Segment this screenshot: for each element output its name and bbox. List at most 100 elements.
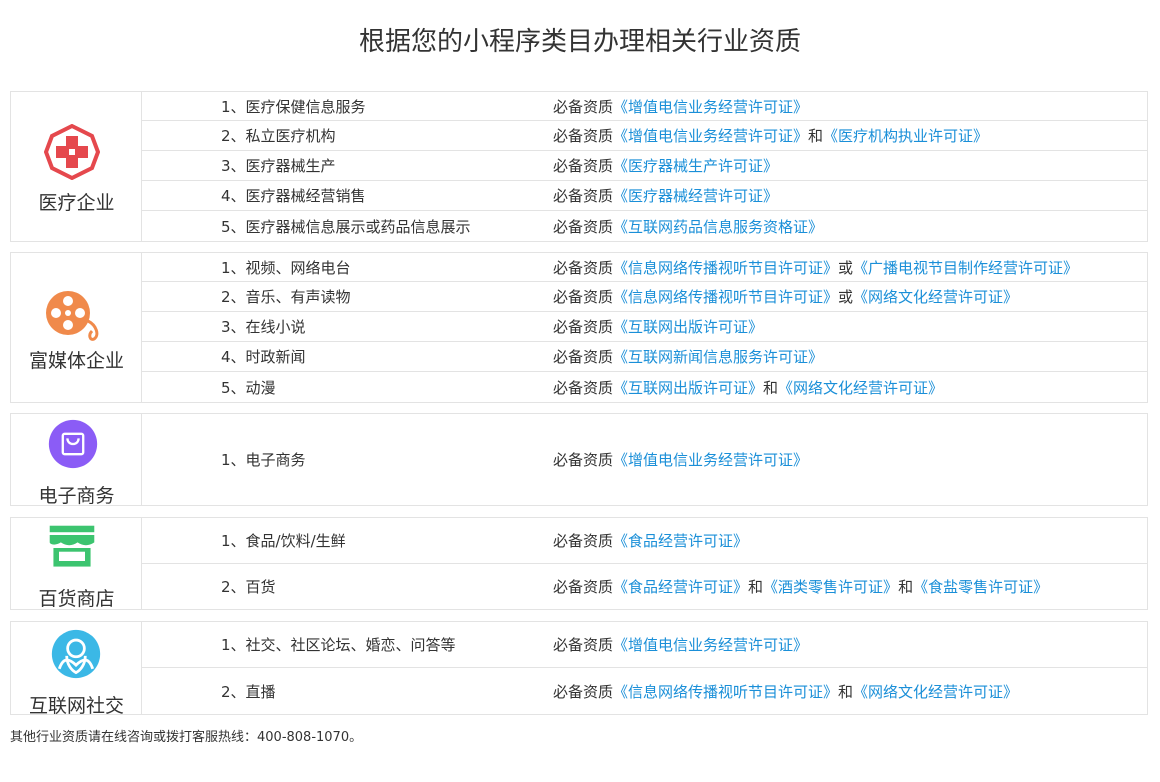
item-rows: 1、食品/饮料/生鲜 必备资质 《食品经营许可证》 2、百货 必备资质 《食品经营许可证》… [142, 518, 1147, 609]
required-qualification: 必备资质 《增值电信业务经营许可证》 [553, 622, 808, 667]
page-title: 根据您的小程序类目办理相关行业资质 [358, 27, 801, 57]
category-cell: 富媒体企业 [11, 253, 142, 402]
license-link[interactable]: 《互联网药品信息服务资格证》 [613, 216, 823, 237]
category-cell: 医疗企业 [11, 92, 142, 241]
industry-item-label: 3、医疗器械生产 [221, 157, 336, 175]
required-prefix: 必备资质 [553, 578, 614, 596]
table-row: 3、医疗器械生产 必备资质 《医疗器械生产许可证》 [142, 151, 1147, 181]
table-row: 1、社交、社区论坛、婚恋、问答等 必备资质 《增值电信业务经营许可证》 [142, 622, 1147, 668]
license-link[interactable]: 《医疗机构执业许可证》 [823, 125, 988, 146]
license-link[interactable]: 《增值电信业务经营许可证》 [613, 634, 808, 655]
industry-item-label: 3、在线小说 [221, 318, 306, 336]
license-link[interactable]: 《医疗器械经营许可证》 [613, 185, 778, 206]
table-row: 4、医疗器械经营销售 必备资质 《医疗器械经营许可证》 [142, 181, 1147, 211]
film-reel-icon [46, 291, 99, 341]
required-qualification: 必备资质 《增值电信业务经营许可证》 [553, 414, 808, 505]
required-qualification: 必备资质 《互联网出版许可证》和《网络文化经营许可证》 [553, 372, 943, 402]
item-rows: 1、社交、社区论坛、婚恋、问答等 必备资质 《增值电信业务经营许可证》 2、直播 必备资… [142, 622, 1147, 714]
table-row: 1、视频、网络电台 必备资质 《信息网络传播视听节目许可证》或《广播电视节目制作经营… [142, 253, 1147, 282]
table-row: 4、时政新闻 必备资质 《互联网新闻信息服务许可证》 [142, 342, 1147, 372]
table-row: 3、在线小说 必备资质 《互联网出版许可证》 [142, 312, 1147, 342]
category-block-medical: 医疗企业 1、医疗保健信息服务 必备资质 《增值电信业务经营许可证》 2、私立医疗机构… [10, 91, 1148, 242]
category-block-ecommerce: 电子商务 1、电子商务 必备资质 《增值电信业务经营许可证》 [10, 413, 1148, 507]
license-link[interactable]: 《食品经营许可证》 [613, 576, 748, 597]
footer-hotline-note: 其他行业资质请在线咨询或拨打客服热线：400-808-1070。 [10, 730, 363, 745]
license-link[interactable]: 《互联网出版许可证》 [613, 377, 763, 398]
category-cell: 电子商务 [11, 414, 142, 507]
category-block-social: 互联网社交 1、社交、社区论坛、婚恋、问答等 必备资质 《增值电信业务经营许可证》 2… [10, 621, 1148, 717]
required-prefix: 必备资质 [553, 127, 614, 145]
required-prefix: 必备资质 [553, 157, 614, 175]
license-link[interactable]: 《信息网络传播视听节目许可证》 [613, 681, 838, 702]
item-rows: 1、电子商务 必备资质 《增值电信业务经营许可证》 [142, 414, 1147, 505]
conjunction-text: 和 [838, 682, 854, 701]
required-prefix: 必备资质 [553, 187, 614, 205]
conjunction-text: 或 [838, 258, 854, 277]
required-prefix: 必备资质 [553, 636, 614, 654]
license-link[interactable]: 《信息网络传播视听节目许可证》 [613, 286, 838, 307]
required-prefix: 必备资质 [553, 348, 614, 366]
license-link[interactable]: 《网络文化经营许可证》 [853, 286, 1018, 307]
industry-item-label: 2、音乐、有声读物 [221, 288, 351, 306]
license-link[interactable]: 《食品经营许可证》 [613, 530, 748, 551]
table-row: 2、私立医疗机构 必备资质 《增值电信业务经营许可证》和《医疗机构执业许可证》 [142, 121, 1147, 151]
required-qualification: 必备资质 《信息网络传播视听节目许可证》或《广播电视节目制作经营许可证》 [553, 253, 1078, 281]
category-label: 电子商务 [38, 485, 115, 507]
required-qualification: 必备资质 《互联网新闻信息服务许可证》 [553, 342, 823, 371]
license-link[interactable]: 《酒类零售许可证》 [763, 576, 898, 597]
item-rows: 1、视频、网络电台 必备资质 《信息网络传播视听节目许可证》或《广播电视节目制作经营… [142, 253, 1147, 402]
license-link[interactable]: 《广播电视节目制作经营许可证》 [853, 257, 1078, 278]
industry-item-label: 4、时政新闻 [221, 348, 306, 366]
conjunction-text: 和 [763, 378, 779, 397]
category-cell: 百货商店 [11, 518, 142, 610]
required-prefix: 必备资质 [553, 258, 614, 277]
license-link[interactable]: 《食盐零售许可证》 [913, 576, 1048, 597]
license-link[interactable]: 《增值电信业务经营许可证》 [613, 125, 808, 146]
license-link[interactable]: 《信息网络传播视听节目许可证》 [613, 257, 838, 278]
license-link[interactable]: 《医疗器械生产许可证》 [613, 155, 778, 176]
industry-item-label: 2、百货 [221, 578, 276, 596]
industry-item-label: 2、直播 [221, 682, 276, 701]
table-row: 1、食品/饮料/生鲜 必备资质 《食品经营许可证》 [142, 518, 1147, 564]
category-label: 百货商店 [38, 588, 115, 610]
conjunction-text: 和 [808, 127, 824, 145]
required-qualification: 必备资质 《互联网出版许可证》 [553, 312, 763, 341]
required-qualification: 必备资质 《信息网络传播视听节目许可证》和《网络文化经营许可证》 [553, 668, 1018, 714]
required-qualification: 必备资质 《互联网药品信息服务资格证》 [553, 211, 823, 241]
required-qualification: 必备资质 《食品经营许可证》 [553, 518, 748, 563]
required-qualification: 必备资质 《医疗器械生产许可证》 [553, 151, 778, 180]
category-label: 富媒体企业 [28, 350, 124, 372]
license-link[interactable]: 《增值电信业务经营许可证》 [613, 449, 808, 470]
industry-item-label: 2、私立医疗机构 [221, 127, 336, 145]
table-row: 2、百货 必备资质 《食品经营许可证》和《酒类零售许可证》和《食盐零售许可证》 [142, 564, 1147, 609]
industry-item-label: 5、动漫 [221, 378, 276, 397]
conjunction-text: 或 [838, 288, 854, 306]
required-qualification: 必备资质 《增值电信业务经营许可证》 [553, 92, 808, 120]
category-block-store: 百货商店 1、食品/饮料/生鲜 必备资质 《食品经营许可证》 2、百货 必备资质 《食品经… [10, 517, 1148, 610]
required-qualification: 必备资质 《增值电信业务经营许可证》和《医疗机构执业许可证》 [553, 121, 988, 150]
category-label: 医疗企业 [38, 192, 115, 214]
license-link[interactable]: 《互联网出版许可证》 [613, 316, 763, 337]
people-hug-icon [51, 629, 101, 679]
required-qualification: 必备资质 《食品经营许可证》和《酒类零售许可证》和《食盐零售许可证》 [553, 564, 1048, 609]
required-prefix: 必备资质 [553, 217, 614, 236]
table-row: 2、直播 必备资质 《信息网络传播视听节目许可证》和《网络文化经营许可证》 [142, 668, 1147, 714]
category-block-media: 富媒体企业 1、视频、网络电台 必备资质 《信息网络传播视听节目许可证》或《广播电视… [10, 252, 1148, 403]
industry-item-label: 1、视频、网络电台 [221, 258, 351, 277]
license-link[interactable]: 《增值电信业务经营许可证》 [613, 96, 808, 117]
required-prefix: 必备资质 [553, 532, 614, 550]
required-prefix: 必备资质 [553, 318, 614, 336]
industry-item-label: 5、医疗器械信息展示或药品信息展示 [221, 217, 471, 236]
medical-cross-icon [44, 124, 100, 180]
required-prefix: 必备资质 [553, 451, 614, 469]
required-qualification: 必备资质 《医疗器械经营许可证》 [553, 181, 778, 210]
storefront-icon [49, 525, 95, 567]
required-prefix: 必备资质 [553, 682, 614, 701]
license-link[interactable]: 《网络文化经营许可证》 [778, 377, 943, 398]
item-rows: 1、医疗保健信息服务 必备资质 《增值电信业务经营许可证》 2、私立医疗机构 必备资质《… [142, 92, 1147, 241]
industry-item-label: 1、食品/饮料/生鲜 [221, 532, 346, 550]
required-prefix: 必备资质 [553, 378, 614, 397]
license-link[interactable]: 《网络文化经营许可证》 [853, 681, 1018, 702]
license-link[interactable]: 《互联网新闻信息服务许可证》 [613, 346, 823, 367]
category-label: 互联网社交 [28, 695, 124, 717]
